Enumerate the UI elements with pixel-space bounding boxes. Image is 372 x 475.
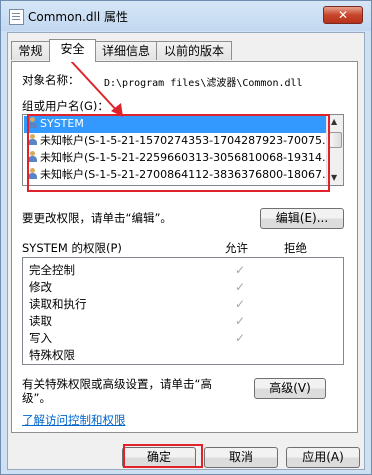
permission-name: 完全控制 [29,263,75,277]
allow-header: 允许 [225,241,248,255]
annotation-highlight-box [27,114,330,192]
permission-row: 读取和执行 ✓ [29,296,329,312]
permissions-header: SYSTEM 的权限(P) [22,241,122,255]
scroll-thumb[interactable] [329,132,342,148]
edit-button[interactable]: 编辑(E)... [260,208,344,229]
permission-row: 特殊权限 [29,347,329,363]
permission-row: 修改 ✓ [29,279,329,295]
title-bar[interactable]: Common.dll 属性 ✕ [1,1,371,31]
permission-name: 写入 [29,331,52,345]
permission-name: 特殊权限 [29,348,75,362]
deny-header: 拒绝 [284,241,307,255]
permissions-list: 完全控制 ✓ 修改 ✓ 读取和执行 ✓ 读取 ✓ 写入 ✓ 特殊权限 [22,257,344,365]
annotation-ok-box [123,444,203,468]
file-icon [9,9,24,25]
allow-check-icon: ✓ [235,331,246,345]
tab-security[interactable]: 安全 [49,39,96,62]
annotation-arrow-icon [70,60,123,117]
change-permission-hint: 要更改权限，请单击“编辑”。 [22,211,172,225]
permission-name: 读取和执行 [29,297,87,311]
cancel-button[interactable]: 取消 [204,447,278,468]
allow-check-icon: ✓ [235,280,246,294]
tab-previous-versions[interactable]: 以前的版本 [156,41,232,60]
permission-name: 修改 [29,280,52,294]
permission-name: 读取 [29,314,52,328]
permission-row: 写入 ✓ [29,330,329,346]
permission-row: 完全控制 ✓ [29,262,329,278]
window-title: Common.dll 属性 [28,10,128,24]
tab-general[interactable]: 常规 [11,41,50,60]
scroll-down-arrow-icon[interactable]: ▼ [331,173,337,182]
close-button[interactable]: ✕ [323,6,363,24]
access-control-help-link[interactable]: 了解访问控制和权限 [22,412,126,428]
allow-check-icon: ✓ [235,263,246,277]
apply-button[interactable]: 应用(A) [286,447,360,468]
allow-check-icon: ✓ [235,297,246,311]
advanced-hint-line2: 级”。 [22,391,51,405]
properties-window: Common.dll 属性 ✕ 常规 安全 详细信息 以前的版本 对象名称： D… [0,0,372,475]
tab-details[interactable]: 详细信息 [95,41,157,60]
allow-check-icon: ✓ [235,314,246,328]
scroll-up-arrow-icon[interactable]: ▲ [331,117,337,126]
permission-row: 读取 ✓ [29,313,329,329]
advanced-button[interactable]: 高级(V) [254,378,326,399]
dialog-client: 常规 安全 详细信息 以前的版本 对象名称： D:\program files\… [7,32,365,470]
